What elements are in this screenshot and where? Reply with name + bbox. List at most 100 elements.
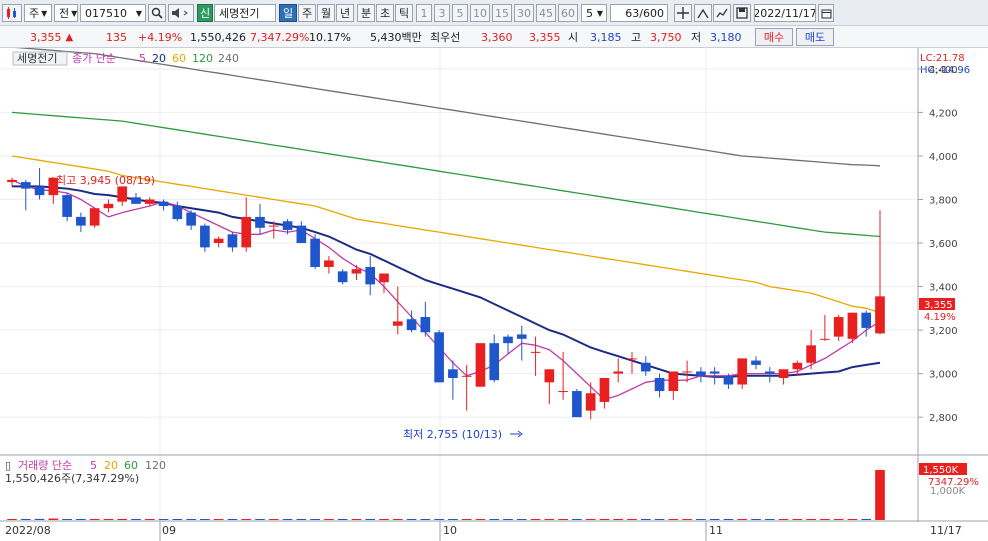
volume-bar (640, 519, 651, 520)
volume-bar (572, 519, 582, 520)
volume-bar (117, 519, 128, 520)
price-chart[interactable]: 세명전기 종가 단순 5 20 60 120 240 LC:21.78 HC:-… (0, 48, 988, 541)
candle-body (227, 234, 238, 248)
change-percent: +4.19% (138, 30, 183, 44)
price-value: 3,355 (30, 30, 62, 44)
volume-bar (696, 519, 706, 520)
sell-button[interactable]: 매도 (796, 28, 834, 46)
y-tick-label: 3,400 (929, 283, 958, 294)
volume-bar (310, 519, 320, 520)
date-field[interactable]: 2022/11/17 (754, 4, 816, 22)
volume-bar (737, 519, 748, 520)
stock-tag: 세명전기 (17, 52, 57, 65)
period-tab-second[interactable]: 초 (376, 4, 394, 22)
period-tab-month[interactable]: 월 (317, 4, 335, 22)
candle-body (461, 375, 472, 377)
candle-body (585, 393, 596, 411)
market-value: 전 (59, 7, 70, 20)
candle-body (764, 371, 775, 374)
best-price-label: 최우선 (430, 31, 461, 44)
interval-label: 5 (456, 6, 464, 20)
date-value: 2022/11/17 (754, 6, 816, 20)
period-tab-week[interactable]: 주 (298, 4, 316, 22)
best-ask: 3,360 (481, 30, 513, 44)
moving-average-lines (11, 48, 881, 401)
volume-bar (20, 519, 31, 520)
interval-button[interactable]: 10 (470, 4, 490, 22)
candlesticks (7, 167, 885, 420)
timeframe-select[interactable]: 주 ▼ (24, 4, 52, 22)
stock-code-input[interactable]: 017510 ▼ (80, 4, 146, 22)
candle-body (34, 186, 45, 196)
period-label: 초 (379, 7, 391, 20)
volume-bar (599, 519, 610, 520)
candle-body (503, 336, 513, 344)
interval-button[interactable]: 60 (558, 4, 578, 22)
interval-button[interactable]: 30 (514, 4, 534, 22)
stock-name-field[interactable]: 세명전기 (214, 4, 276, 22)
period-label: 일 (282, 7, 294, 20)
candle-body (392, 321, 403, 326)
candle-body (76, 216, 86, 226)
candle-body (158, 201, 169, 207)
volume-bar (723, 519, 734, 520)
candle-body (324, 260, 334, 267)
market-select[interactable]: 전 ▼ (54, 4, 78, 22)
crosshair-icon[interactable] (674, 4, 692, 22)
interval-button[interactable]: 1 (416, 4, 432, 22)
toolbar: 주 ▼ 전 ▼ 017510 ▼ 신 세명전기 일 주 월 년 분 초 틱 1 3 5… (0, 0, 988, 26)
volume-bar (544, 519, 555, 520)
draw-tool-icon[interactable] (694, 4, 712, 22)
last-pct-tag: 4.19% (924, 312, 956, 323)
volume-bar (200, 519, 210, 520)
x-label: 09 (162, 524, 176, 537)
candle-body (530, 351, 541, 353)
volume-bar (337, 519, 348, 520)
interval-button[interactable]: 45 (536, 4, 556, 22)
candle-body (434, 332, 444, 383)
volume-bar (351, 519, 362, 520)
count-display[interactable]: 63/600 (610, 4, 668, 22)
buy-button[interactable]: 매수 (755, 28, 793, 46)
interval-button[interactable]: 5 (452, 4, 468, 22)
ma5-line (11, 179, 881, 401)
volume-bar (144, 519, 155, 520)
volume-bar (668, 519, 679, 520)
interval-button[interactable]: 3 (434, 4, 450, 22)
interval-button[interactable]: 15 (492, 4, 512, 22)
last-price-tag-text: 3,355 (924, 300, 953, 311)
volume-axis-tick: 1,000K (930, 486, 966, 497)
price-axis-ticks: 4,400 4,200 4,000 3,800 3,600 3,400 3,200 3,000… (918, 65, 958, 424)
save-icon[interactable] (733, 4, 751, 22)
search-icon[interactable] (148, 4, 166, 22)
volume-bar (434, 519, 444, 520)
speaker-icon[interactable] (168, 4, 194, 22)
period-tab-year[interactable]: 년 (336, 4, 354, 22)
candle-body (516, 334, 527, 339)
candle-body (558, 391, 568, 393)
volume-bar (516, 519, 527, 520)
volume-bar (420, 519, 431, 520)
low-price: 3,180 (710, 30, 742, 44)
candle-body (310, 238, 320, 267)
count-display-value: 63/600 (625, 6, 664, 20)
volume-bar (268, 519, 279, 520)
volume-bar (875, 470, 885, 520)
tick-count-select[interactable]: 5 ▼ (581, 4, 607, 22)
y-tick-label: 2,800 (929, 413, 958, 424)
period-label: 틱 (398, 7, 410, 20)
volume-value: 1,550,426 (190, 30, 246, 44)
period-tab-tick[interactable]: 틱 (395, 4, 413, 22)
chart-type-icon[interactable] (2, 4, 22, 22)
trend-icon[interactable] (713, 4, 731, 22)
candle-body (241, 216, 252, 248)
y-tick-label: 4,200 (929, 108, 958, 119)
period-tab-day[interactable]: 일 (279, 4, 297, 22)
period-tab-minute[interactable]: 분 (357, 4, 375, 22)
candle-body (737, 358, 748, 385)
calendar-icon[interactable] (818, 4, 834, 22)
stock-name-value: 세명전기 (219, 7, 260, 20)
period-label: 월 (320, 7, 332, 20)
volume-bar (778, 519, 789, 520)
min-annotation: 최저 2,755 (10/13) (403, 428, 502, 441)
